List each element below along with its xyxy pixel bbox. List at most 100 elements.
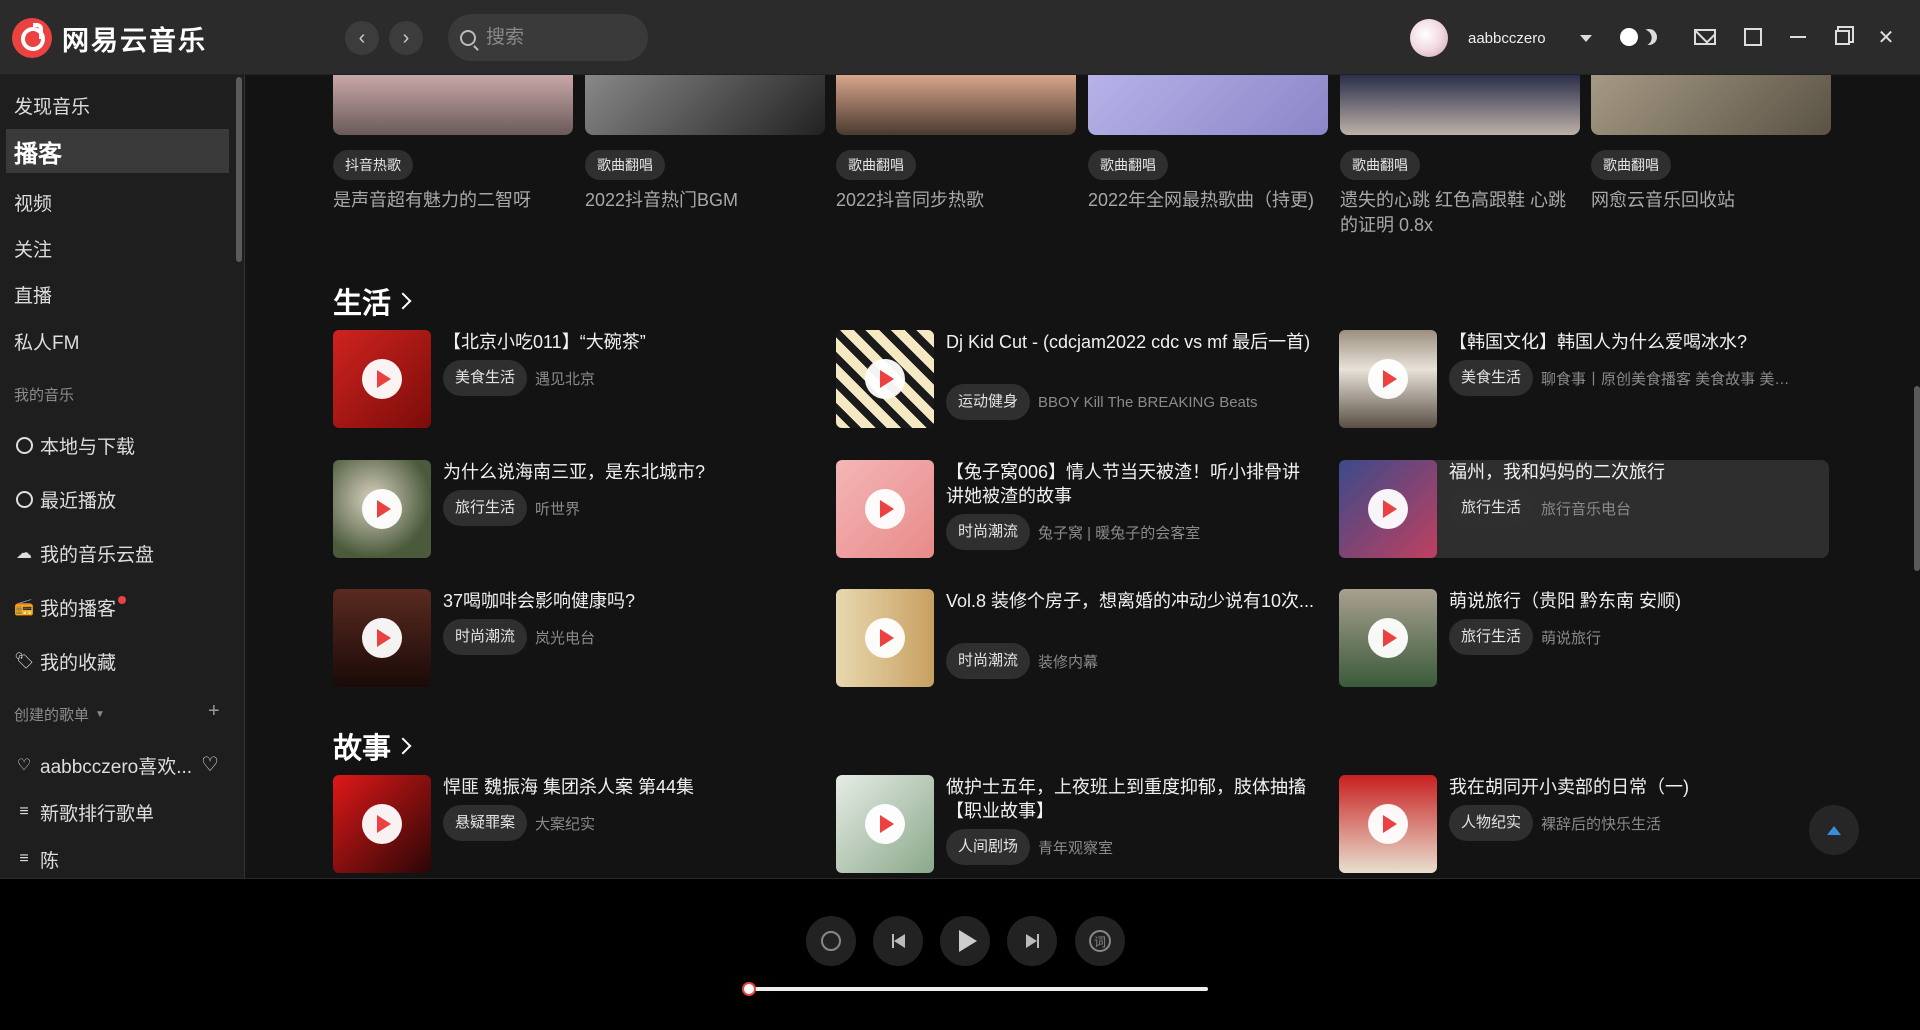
lyrics-button[interactable]: 词 bbox=[1075, 916, 1125, 966]
podcast-cover[interactable] bbox=[1339, 589, 1437, 687]
play-icon[interactable] bbox=[1368, 359, 1408, 399]
podcast-tag[interactable]: 旅行生活 bbox=[1449, 619, 1534, 655]
podcast-tag[interactable]: 人物纪实 bbox=[1449, 805, 1534, 841]
podcast-item[interactable]: 【兔子窝006】情人节当天被渣！听小排骨讲讲她被渣的故事 时尚潮流 兔子窝 | 暖… bbox=[836, 460, 1326, 558]
section-title-life[interactable]: 生活 bbox=[333, 280, 412, 322]
sidebar-item-podcast[interactable]: 播客 bbox=[6, 129, 229, 173]
podcast-source[interactable]: 聊食事丨原创美食播客 美食故事 美食... bbox=[1541, 368, 1801, 389]
play-icon[interactable] bbox=[865, 489, 905, 529]
podcast-cover[interactable] bbox=[836, 589, 934, 687]
podcast-item[interactable]: 悍匪 魏振海 集团杀人案 第44集 悬疑罪案 大案纪实 bbox=[333, 775, 823, 873]
podcast-tag[interactable]: 人间剧场 bbox=[946, 829, 1031, 865]
podcast-source[interactable]: 兔子窝 | 暖兔子的会客室 bbox=[1038, 522, 1200, 543]
forward-button[interactable]: › bbox=[389, 21, 423, 55]
heartbeat-mode-icon[interactable]: ♡ bbox=[201, 752, 219, 777]
podcast-source[interactable]: 大案纪实 bbox=[535, 813, 595, 834]
podcast-title[interactable]: 悍匪 魏振海 集团杀人案 第44集 bbox=[443, 775, 813, 799]
podcast-item[interactable]: 37喝咖啡会影响健康吗? 时尚潮流 岚光电台 bbox=[333, 589, 823, 687]
sidebar-item-discover[interactable]: 发现音乐 bbox=[0, 83, 232, 127]
podcast-cover[interactable] bbox=[1339, 775, 1437, 873]
podcast-cover[interactable] bbox=[333, 775, 431, 873]
mini-mode-button[interactable] bbox=[1742, 26, 1764, 48]
podcast-cover[interactable] bbox=[836, 330, 934, 428]
podcast-title[interactable]: 【兔子窝006】情人节当天被渣！听小排骨讲讲她被渣的故事 bbox=[946, 460, 1316, 508]
playlist-item-new-songs[interactable]: ≡ 新歌排行歌单 bbox=[0, 790, 232, 834]
section-title-story[interactable]: 故事 bbox=[333, 725, 412, 767]
card-cover[interactable] bbox=[1088, 75, 1328, 135]
avatar[interactable] bbox=[1410, 19, 1448, 57]
card-cover[interactable] bbox=[333, 75, 573, 135]
podcast-source[interactable]: BBOY Kill The BREAKING Beats bbox=[1038, 394, 1258, 411]
podcast-tag[interactable]: 旅行生活 bbox=[443, 490, 528, 526]
podcast-tag[interactable]: 美食生活 bbox=[1449, 360, 1534, 396]
podcast-title[interactable]: Dj Kid Cut - (cdcjam2022 cdc vs mf 最后一首) bbox=[946, 330, 1316, 354]
card-tag[interactable]: 歌曲翻唱 bbox=[1340, 150, 1420, 180]
play-icon[interactable] bbox=[1368, 804, 1408, 844]
sidebar-item-collection[interactable]: 🏷 我的收藏 bbox=[0, 639, 232, 683]
theme-toggle[interactable] bbox=[1620, 28, 1657, 46]
search-box[interactable] bbox=[448, 14, 648, 61]
created-playlists-heading[interactable]: 创建的歌单 ▼ bbox=[14, 704, 105, 725]
play-mode-button[interactable] bbox=[806, 916, 856, 966]
sidebar-item-my-podcast[interactable]: 📻 我的播客 bbox=[0, 585, 232, 629]
user-menu[interactable]: aabbcczero bbox=[1410, 19, 1592, 57]
card-cover[interactable] bbox=[1340, 75, 1580, 135]
podcast-item[interactable]: 福州，我和妈妈的二次旅行 旅行生活 旅行音乐电台 bbox=[1339, 460, 1829, 558]
podcast-source[interactable]: 萌说旅行 bbox=[1541, 627, 1601, 648]
sidebar-item-fm[interactable]: 私人FM bbox=[0, 319, 232, 363]
podcast-cover[interactable] bbox=[836, 460, 934, 558]
podcast-source[interactable]: 裸辞后的快乐生活 bbox=[1541, 813, 1661, 834]
card-title[interactable]: 遗失的心跳 红色高跟鞋 心跳的证明 0.8x bbox=[1340, 188, 1580, 238]
sidebar-item-cloud[interactable]: ☁ 我的音乐云盘 bbox=[0, 531, 232, 575]
top-card[interactable]: 歌曲翻唱 网愈云音乐回收站 bbox=[1591, 75, 1831, 213]
play-icon[interactable] bbox=[865, 804, 905, 844]
app-logo[interactable]: 网易云音乐 bbox=[12, 18, 207, 58]
play-icon[interactable] bbox=[362, 618, 402, 658]
play-icon[interactable] bbox=[865, 359, 905, 399]
podcast-item[interactable]: 萌说旅行（贵阳 黔东南 安顺) 旅行生活 萌说旅行 bbox=[1339, 589, 1829, 687]
top-card[interactable]: 抖音热歌 是声音超有魅力的二智呀 bbox=[333, 75, 573, 213]
podcast-cover[interactable] bbox=[1339, 330, 1437, 428]
podcast-item[interactable]: 做护士五年，上夜班上到重度抑郁，肢体抽搐【职业故事】 人间剧场 青年观察室 bbox=[836, 775, 1326, 873]
podcast-item[interactable]: Vol.8 装修个房子，想离婚的冲动少说有10次... 时尚潮流 装修内幕 bbox=[836, 589, 1326, 687]
add-playlist-button[interactable]: + bbox=[208, 700, 220, 723]
podcast-cover[interactable] bbox=[333, 460, 431, 558]
podcast-title[interactable]: 我在胡同开小卖部的日常（一) bbox=[1449, 775, 1819, 799]
top-card[interactable]: 歌曲翻唱 2022抖音热门BGM bbox=[585, 75, 825, 213]
playlist-item-liked[interactable]: ♡ aabbcczero喜欢... bbox=[0, 743, 232, 787]
sidebar-item-live[interactable]: 直播 bbox=[0, 272, 232, 316]
podcast-source[interactable]: 装修内幕 bbox=[1038, 651, 1098, 672]
play-icon[interactable] bbox=[865, 618, 905, 658]
podcast-title[interactable]: 【韩国文化】韩国人为什么爱喝冰水? bbox=[1449, 330, 1819, 354]
play-icon[interactable] bbox=[1368, 618, 1408, 658]
back-button[interactable]: ‹ bbox=[345, 21, 379, 55]
podcast-cover[interactable] bbox=[333, 330, 431, 428]
card-title[interactable]: 2022抖音同步热歌 bbox=[836, 188, 1076, 213]
podcast-title[interactable]: 为什么说海南三亚，是东北城市? bbox=[443, 460, 813, 484]
podcast-tag[interactable]: 时尚潮流 bbox=[946, 514, 1031, 550]
top-card[interactable]: 歌曲翻唱 遗失的心跳 红色高跟鞋 心跳的证明 0.8x bbox=[1340, 75, 1580, 238]
card-cover[interactable] bbox=[1591, 75, 1831, 135]
progress-bar[interactable] bbox=[742, 982, 1208, 996]
card-tag[interactable]: 歌曲翻唱 bbox=[1591, 150, 1671, 180]
card-cover[interactable] bbox=[585, 75, 825, 135]
progress-knob[interactable] bbox=[742, 982, 756, 996]
username[interactable]: aabbcczero bbox=[1468, 30, 1546, 47]
podcast-title[interactable]: 做护士五年，上夜班上到重度抑郁，肢体抽搐【职业故事】 bbox=[946, 775, 1316, 823]
card-title[interactable]: 是声音超有魅力的二智呀 bbox=[333, 188, 573, 213]
caret-down-icon[interactable] bbox=[1579, 34, 1592, 42]
play-icon[interactable] bbox=[1368, 489, 1408, 529]
card-title[interactable]: 网愈云音乐回收站 bbox=[1591, 188, 1831, 213]
podcast-source[interactable]: 旅行音乐电台 bbox=[1541, 498, 1631, 519]
top-card[interactable]: 歌曲翻唱 2022抖音同步热歌 bbox=[836, 75, 1076, 213]
podcast-title[interactable]: 37喝咖啡会影响健康吗? bbox=[443, 589, 813, 613]
minimize-button[interactable] bbox=[1787, 26, 1809, 48]
sidebar-item-follow[interactable]: 关注 bbox=[0, 226, 232, 270]
sidebar-scrollbar[interactable] bbox=[236, 77, 242, 262]
podcast-tag[interactable]: 悬疑罪案 bbox=[443, 805, 528, 841]
podcast-source[interactable]: 青年观察室 bbox=[1038, 837, 1113, 858]
card-tag[interactable]: 歌曲翻唱 bbox=[585, 150, 665, 180]
podcast-tag[interactable]: 旅行生活 bbox=[1449, 490, 1534, 526]
message-button[interactable] bbox=[1694, 26, 1716, 48]
search-input[interactable] bbox=[486, 26, 636, 49]
